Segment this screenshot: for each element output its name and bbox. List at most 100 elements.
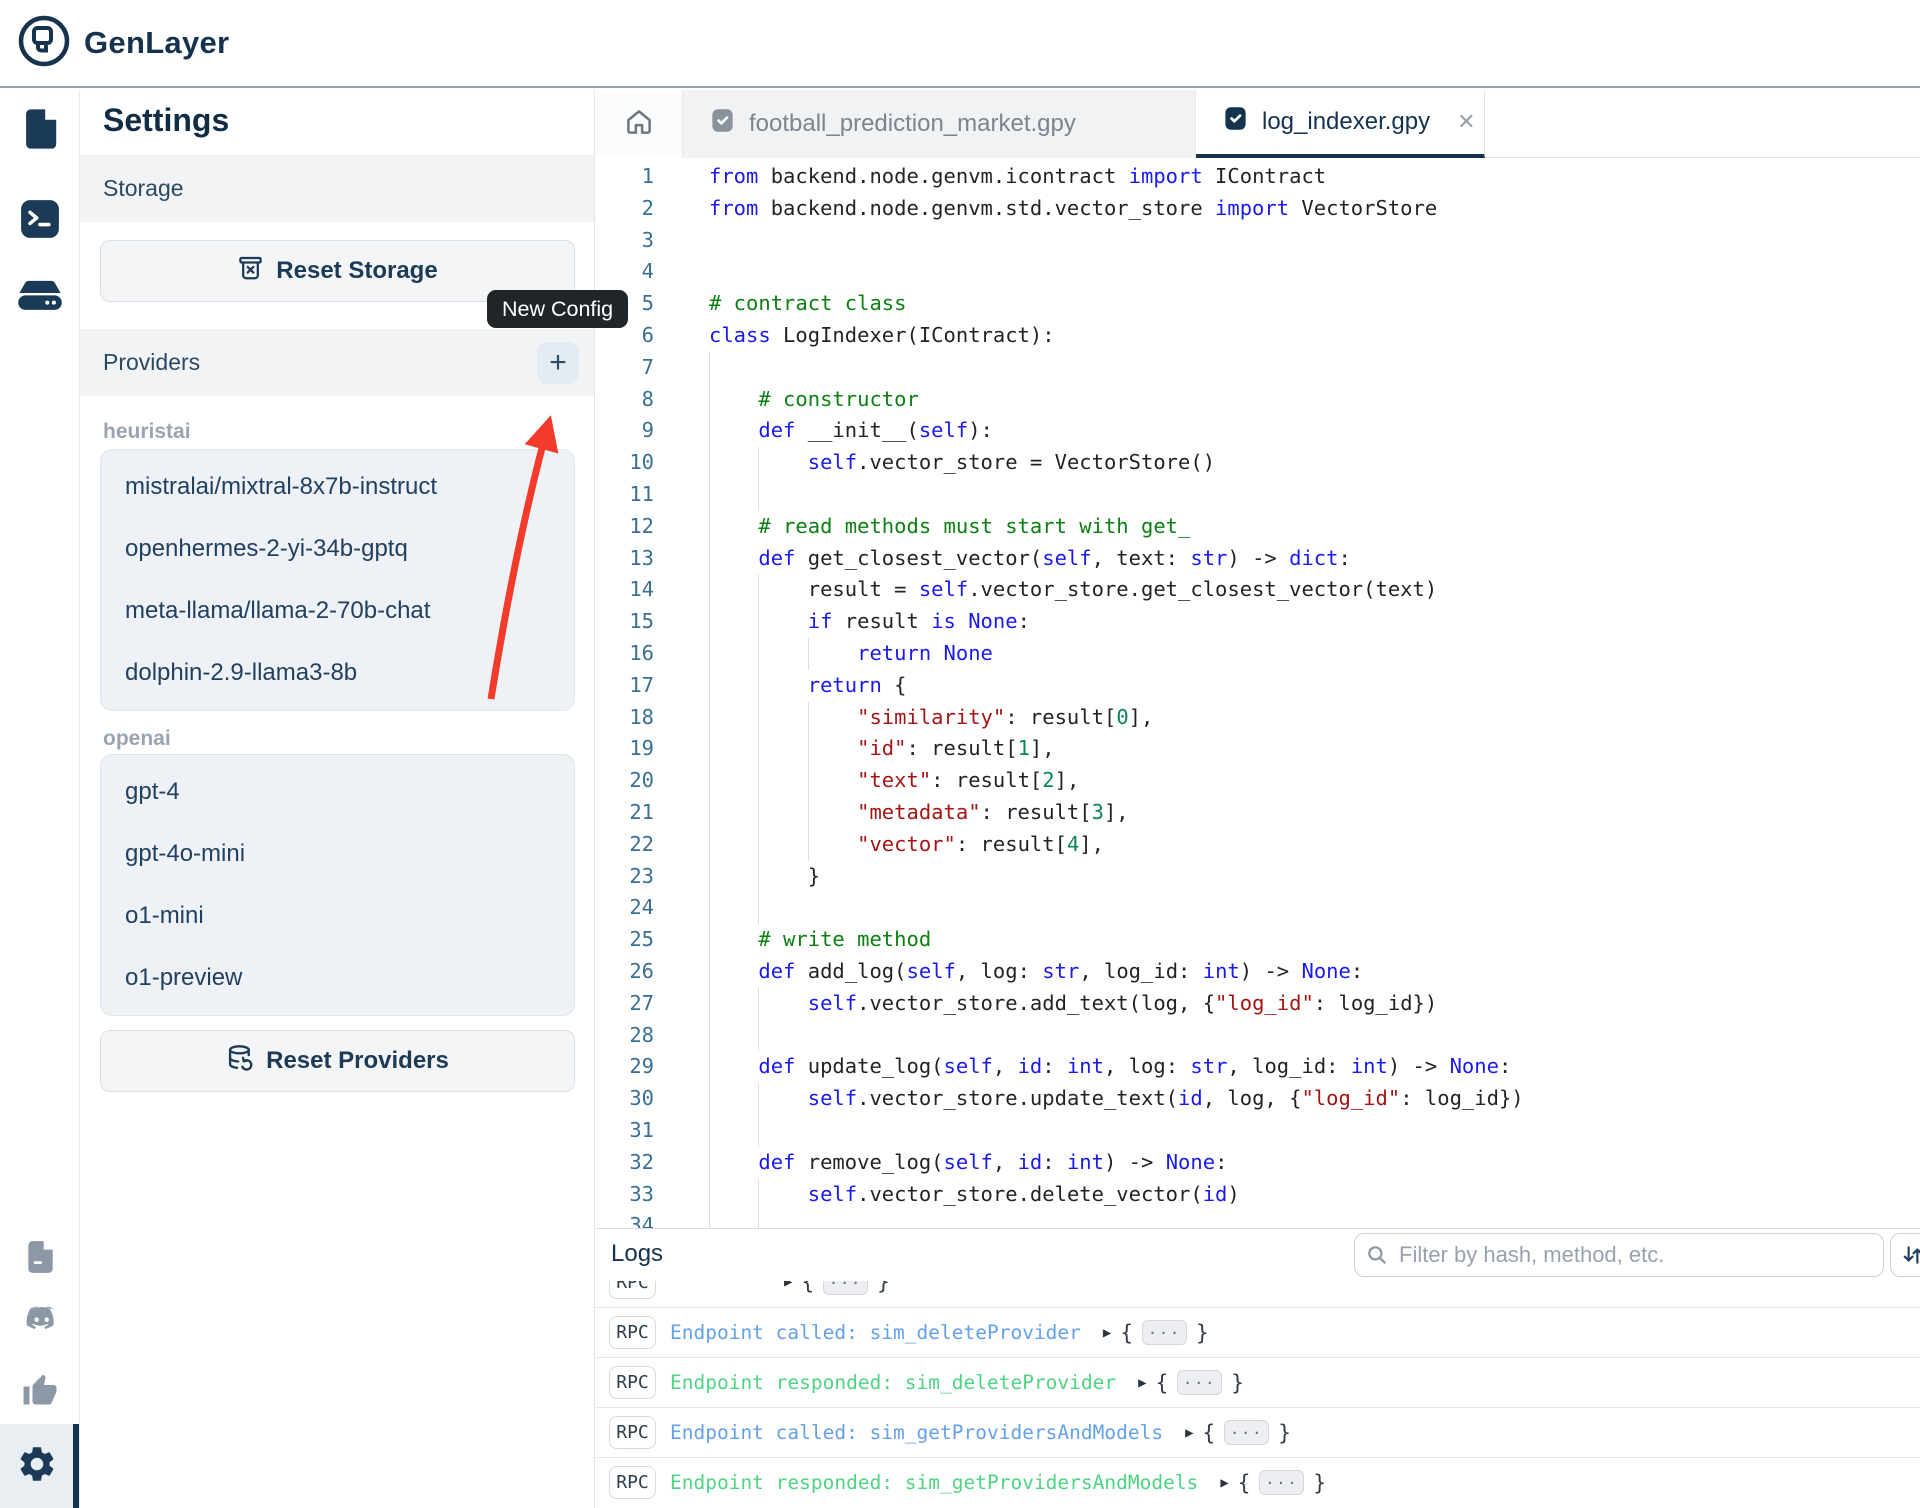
line-number: 27 [596, 988, 654, 1020]
brace-open: { [801, 1281, 814, 1294]
log-row[interactable]: RPCEndpoint responded: sim_deleteProvide… [596, 1357, 1920, 1407]
home-tab-button[interactable] [596, 90, 683, 158]
discord-icon[interactable] [0, 1292, 79, 1350]
provider-model-item[interactable]: o1-mini [101, 885, 574, 947]
database-reset-icon [226, 1044, 254, 1079]
file-check-icon [709, 107, 736, 141]
provider-model-item[interactable]: o1-preview [101, 947, 574, 1009]
logs-panel: Logs RPC▶{...}RPCEndpoint called: sim_de… [596, 1228, 1920, 1508]
brace-close: } [1231, 1371, 1244, 1395]
log-filter-input[interactable] [1354, 1233, 1884, 1277]
expand-log-group[interactable]: ▶ {...} [784, 1281, 890, 1295]
providers-section-label: Providers [103, 349, 200, 376]
brace-open: { [1156, 1371, 1169, 1395]
log-row[interactable]: RPCEndpoint responded: sim_getProvidersA… [596, 1457, 1920, 1507]
tab-football-prediction-market[interactable]: football_prediction_market.gpy [683, 90, 1196, 158]
brace-open: { [1203, 1421, 1216, 1445]
ellipsis-expand-chip[interactable]: ... [1224, 1420, 1269, 1445]
line-number: 25 [596, 924, 654, 956]
code-line: 10 self.vector_store = VectorStore() [596, 447, 1920, 479]
brace-close: } [877, 1281, 890, 1294]
close-tab-icon[interactable]: ✕ [1457, 109, 1475, 135]
brace-open: { [1238, 1471, 1251, 1495]
tab-log-indexer[interactable]: log_indexer.gpy ✕ [1196, 90, 1485, 158]
line-number: 11 [596, 479, 654, 511]
reset-providers-button[interactable]: Reset Providers [100, 1030, 575, 1092]
provider-model-item[interactable]: meta-llama/llama-2-70b-chat [101, 580, 574, 642]
new-config-tooltip: New Config [487, 290, 628, 328]
ellipsis-expand-chip[interactable]: ... [1142, 1320, 1187, 1345]
code-area[interactable]: 1from backend.node.genvm.icontract impor… [596, 158, 1920, 1228]
line-number: 9 [596, 415, 654, 447]
line-number: 3 [596, 225, 654, 257]
provider-model-item[interactable]: openhermes-2-yi-34b-gptq [101, 518, 574, 580]
rpc-badge: RPC [609, 1416, 656, 1449]
page-title: Settings [103, 102, 229, 139]
line-number: 21 [596, 797, 654, 829]
code-line: 32 def remove_log(self, id: int) -> None… [596, 1147, 1920, 1179]
storage-drive-icon[interactable] [0, 270, 79, 328]
terminal-icon[interactable] [0, 190, 79, 248]
code-line: 6class LogIndexer(IContract): [596, 320, 1920, 352]
ellipsis-expand-chip[interactable]: ... [1259, 1470, 1304, 1495]
line-number: 22 [596, 829, 654, 861]
log-message: Endpoint responded: sim_getProvidersAndM… [670, 1471, 1198, 1494]
code-line: 19 "id": result[1], [596, 733, 1920, 765]
code-line: 29 def update_log(self, id: int, log: st… [596, 1051, 1920, 1083]
ellipsis-expand-chip[interactable]: ... [1177, 1370, 1222, 1395]
code-line: 26 def add_log(self, log: str, log_id: i… [596, 956, 1920, 988]
code-line: 22 "vector": result[4], [596, 829, 1920, 861]
provider-model-item[interactable]: gpt-4o-mini [101, 823, 574, 885]
log-list: RPC ▶ {...} RPCEndpoint called: sim_deleteP… [596, 1281, 1920, 1508]
add-provider-config-button[interactable]: + [537, 342, 579, 384]
line-number: 19 [596, 733, 654, 765]
code-line: 17 return { [596, 670, 1920, 702]
changelog-doc-icon[interactable] [0, 1228, 79, 1286]
code-line: 16 return None [596, 638, 1920, 670]
code-line: 14 result = self.vector_store.get_closes… [596, 574, 1920, 606]
provider-model-item[interactable]: gpt-4 [101, 761, 574, 823]
line-number: 32 [596, 1147, 654, 1179]
code-line: 7 [596, 352, 1920, 384]
provider-model-item[interactable]: mistralai/mixtral-8x7b-instruct [101, 456, 574, 518]
code-line: 1from backend.node.genvm.icontract impor… [596, 161, 1920, 193]
expand-log-group[interactable]: ▶ {...} [1138, 1370, 1244, 1395]
plus-icon: + [549, 346, 567, 379]
section-header-providers: Providers + [80, 329, 594, 396]
left-icon-rail [0, 90, 80, 1508]
ellipsis-expand-chip[interactable]: ... [823, 1281, 868, 1295]
feedback-thumbs-up-icon[interactable] [0, 1362, 79, 1420]
triangle-right-icon[interactable]: ▶ [1185, 1425, 1193, 1441]
log-row[interactable]: RPCEndpoint called: sim_getProvidersAndM… [596, 1407, 1920, 1457]
expand-log-group[interactable]: ▶{...} [1103, 1320, 1209, 1345]
line-number: 12 [596, 511, 654, 543]
triangle-right-icon[interactable]: ▶ [1103, 1325, 1111, 1341]
sort-logs-button[interactable] [1890, 1233, 1920, 1277]
code-line: 30 self.vector_store.update_text(id, log… [596, 1083, 1920, 1115]
files-icon[interactable] [0, 100, 79, 158]
genlayer-logo-icon [16, 13, 72, 74]
triangle-right-icon[interactable]: ▶ [784, 1281, 792, 1290]
code-line: 18 "similarity": result[0], [596, 702, 1920, 734]
provider-group-label: heuristai [103, 420, 191, 444]
code-line: 21 "metadata": result[3], [596, 797, 1920, 829]
provider-model-item[interactable]: dolphin-2.9-llama3-8b [101, 642, 574, 704]
reset-providers-label: Reset Providers [266, 1047, 449, 1075]
line-number: 7 [596, 352, 654, 384]
settings-gear-active-cell[interactable] [0, 1424, 79, 1508]
line-number: 20 [596, 765, 654, 797]
expand-log-group[interactable]: ▶{...} [1185, 1420, 1291, 1445]
expand-log-group[interactable]: ▶{...} [1220, 1470, 1326, 1495]
code-line: 8 # constructor [596, 384, 1920, 416]
tab-label: football_prediction_market.gpy [749, 110, 1076, 138]
log-row[interactable]: RPCEndpoint called: sim_deleteProvider▶{… [596, 1307, 1920, 1357]
code-line: 33 self.vector_store.delete_vector(id) [596, 1179, 1920, 1211]
log-row[interactable]: RPC▶{...} [596, 1281, 1920, 1307]
code-line: 11 [596, 479, 1920, 511]
log-message: Endpoint responded: sim_deleteProvider [670, 1371, 1116, 1394]
log-row-partially-scrolled[interactable]: RPC▶{...} [596, 1281, 1920, 1307]
home-icon [624, 107, 654, 142]
triangle-right-icon[interactable]: ▶ [1220, 1475, 1228, 1491]
line-number: 28 [596, 1020, 654, 1052]
triangle-right-icon[interactable]: ▶ [1138, 1375, 1146, 1391]
